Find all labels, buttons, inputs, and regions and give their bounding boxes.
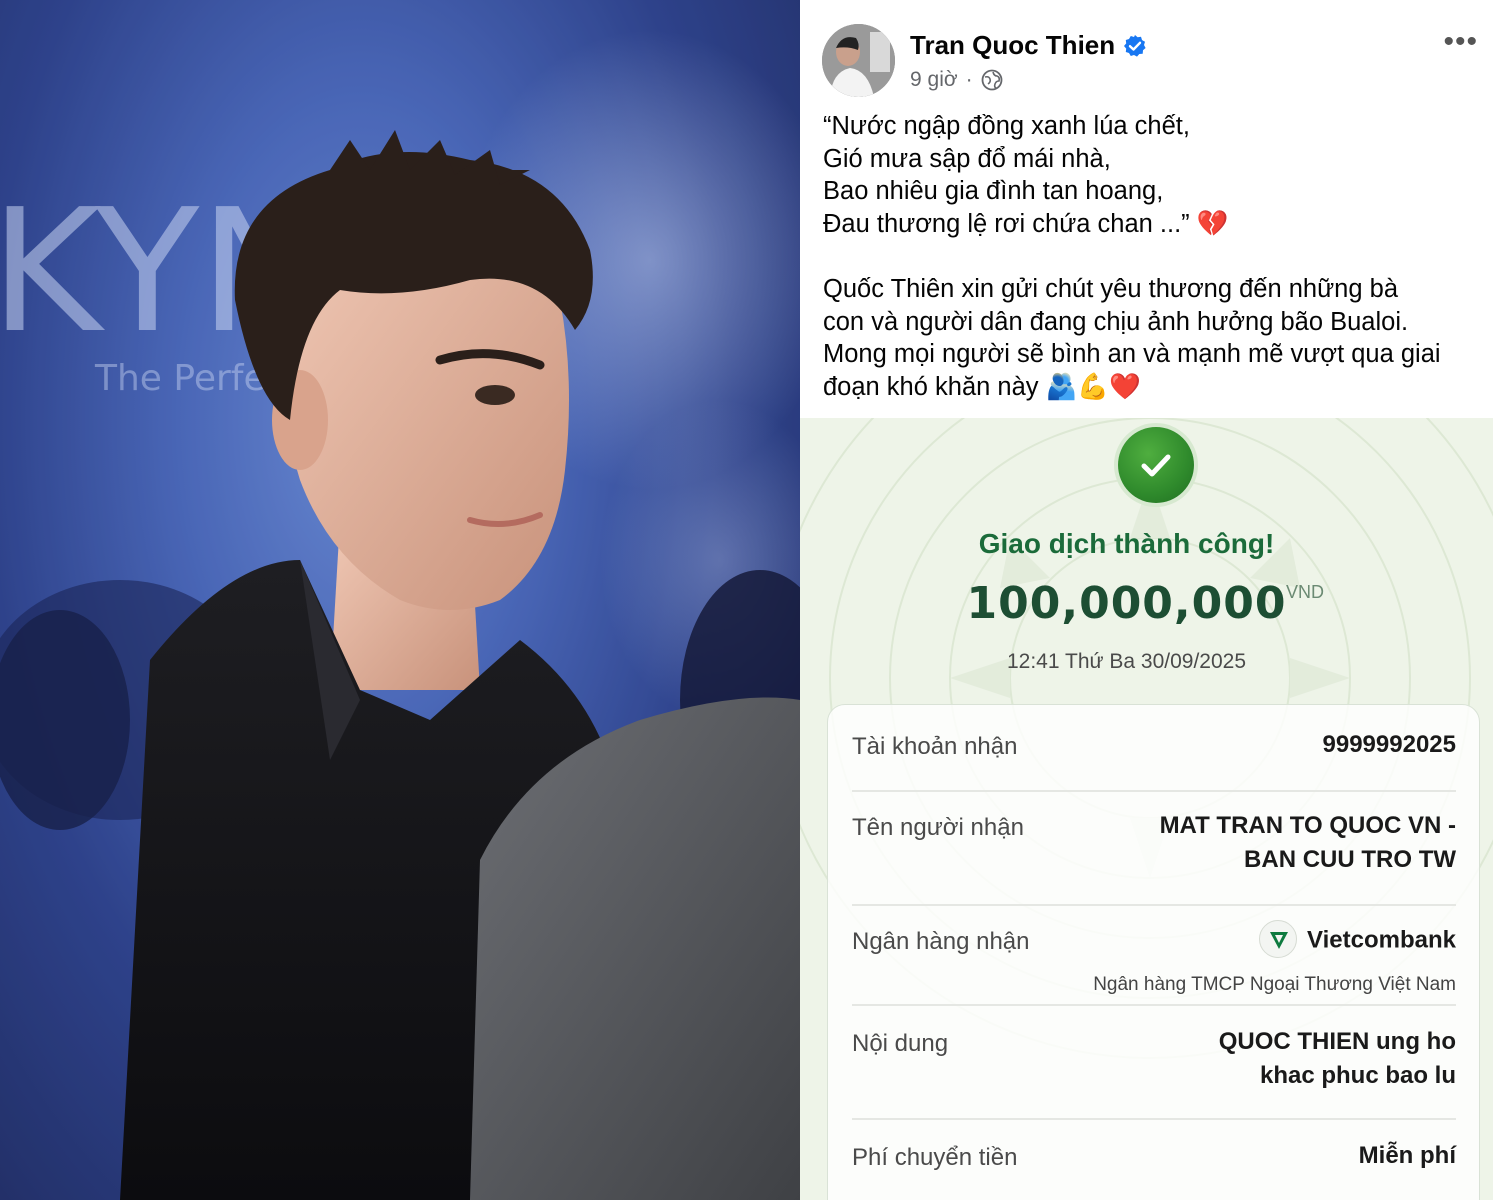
content-value-line1: QUOC THIEN ung ho [1218, 1028, 1456, 1055]
message-line: Quốc Thiên xin gửi chút yêu thương đến n… [823, 275, 1398, 303]
detail-row-bank: Ngân hàng nhận Vietcombank Ngân hàng TMC… [852, 906, 1456, 1006]
more-options-icon[interactable]: ••• [1443, 27, 1478, 57]
avatar-illustration [822, 24, 895, 97]
vietcombank-logo-icon [1259, 920, 1298, 958]
author-name[interactable]: Tran Quoc Thien [910, 30, 1115, 61]
post-header: Tran Quoc Thien 9 giờ · ••• [822, 24, 1482, 98]
detail-row-account: Tài khoản nhận 9999992025 [852, 705, 1456, 792]
bank-name: Vietcombank [1307, 926, 1456, 954]
account-value: 9999992025 [1322, 731, 1456, 758]
account-label: Tài khoản nhận [852, 733, 1018, 760]
fee-value: Miễn phí [1358, 1142, 1456, 1169]
bank-label: Ngân hàng nhận [852, 928, 1030, 955]
poem-line: Đau thương lệ rơi chứa chan ...” 💔 [823, 209, 1229, 238]
recipient-label: Tên người nhận [852, 814, 1024, 841]
author-avatar[interactable] [822, 24, 895, 97]
bank-value: Vietcombank [1259, 920, 1456, 960]
poem-line: Bao nhiêu gia đình tan hoang, [823, 177, 1164, 205]
bank-full-name: Ngân hàng TMCP Ngoại Thương Việt Nam [1093, 974, 1456, 995]
facebook-post: Tran Quoc Thien 9 giờ · ••• “Nước ngập đ… [800, 0, 1493, 1200]
currency-label: VND [1286, 582, 1325, 602]
poem-line: Gió mưa sập đổ mái nhà, [823, 144, 1111, 173]
fee-label: Phí chuyển tiền [852, 1144, 1018, 1171]
detail-row-fee: Phí chuyển tiền Miễn phí [852, 1120, 1456, 1200]
success-check-icon [1118, 427, 1194, 503]
photo-illustration: KYNG The Perfect [0, 0, 800, 1200]
message-line: con và người dân đang chịu ảnh hưởng bão… [823, 307, 1409, 336]
transfer-receipt-image[interactable]: Giao dịch thành công! 100,000,000 VND 12… [800, 418, 1493, 1200]
message-line: đoạn khó khăn này 🫂💪❤️ [823, 372, 1141, 401]
poem-line: “Nước ngập đồng xanh lúa chết, [823, 112, 1190, 140]
post-text: “Nước ngập đồng xanh lúa chết, Gió mưa s… [823, 110, 1483, 403]
detail-row-recipient: Tên người nhận MAT TRAN TO QUOC VN - BAN… [852, 792, 1456, 906]
transaction-datetime: 12:41 Thứ Ba 30/09/2025 [1006, 650, 1247, 673]
content-value-line2: khac phuc bao lu [1259, 1062, 1456, 1089]
person-photo: KYNG The Perfect [0, 0, 800, 1200]
message-line: Mong mọi người sẽ bình an và mạnh mẽ vượ… [823, 340, 1441, 368]
globe-icon [981, 69, 1003, 91]
recipient-value-line2: BAN CUU TRO TW [1244, 846, 1456, 873]
transaction-amount: 100,000,000 [966, 578, 1287, 629]
post-time[interactable]: 9 giờ [910, 68, 958, 92]
verified-badge-icon [1123, 34, 1147, 58]
content-label: Nội dung [852, 1030, 949, 1057]
transaction-details-card: Tài khoản nhận 9999992025 Tên người nhận… [827, 704, 1480, 1200]
post-meta: 9 giờ · [910, 68, 1003, 92]
meta-separator: · [965, 68, 973, 91]
recipient-value-line1: MAT TRAN TO QUOC VN - [1159, 812, 1456, 839]
detail-row-content: Nội dung QUOC THIEN ung ho khac phuc bao… [852, 1006, 1456, 1120]
transaction-status: Giao dịch thành công! [978, 528, 1275, 559]
author-name-row: Tran Quoc Thien [910, 30, 1147, 61]
